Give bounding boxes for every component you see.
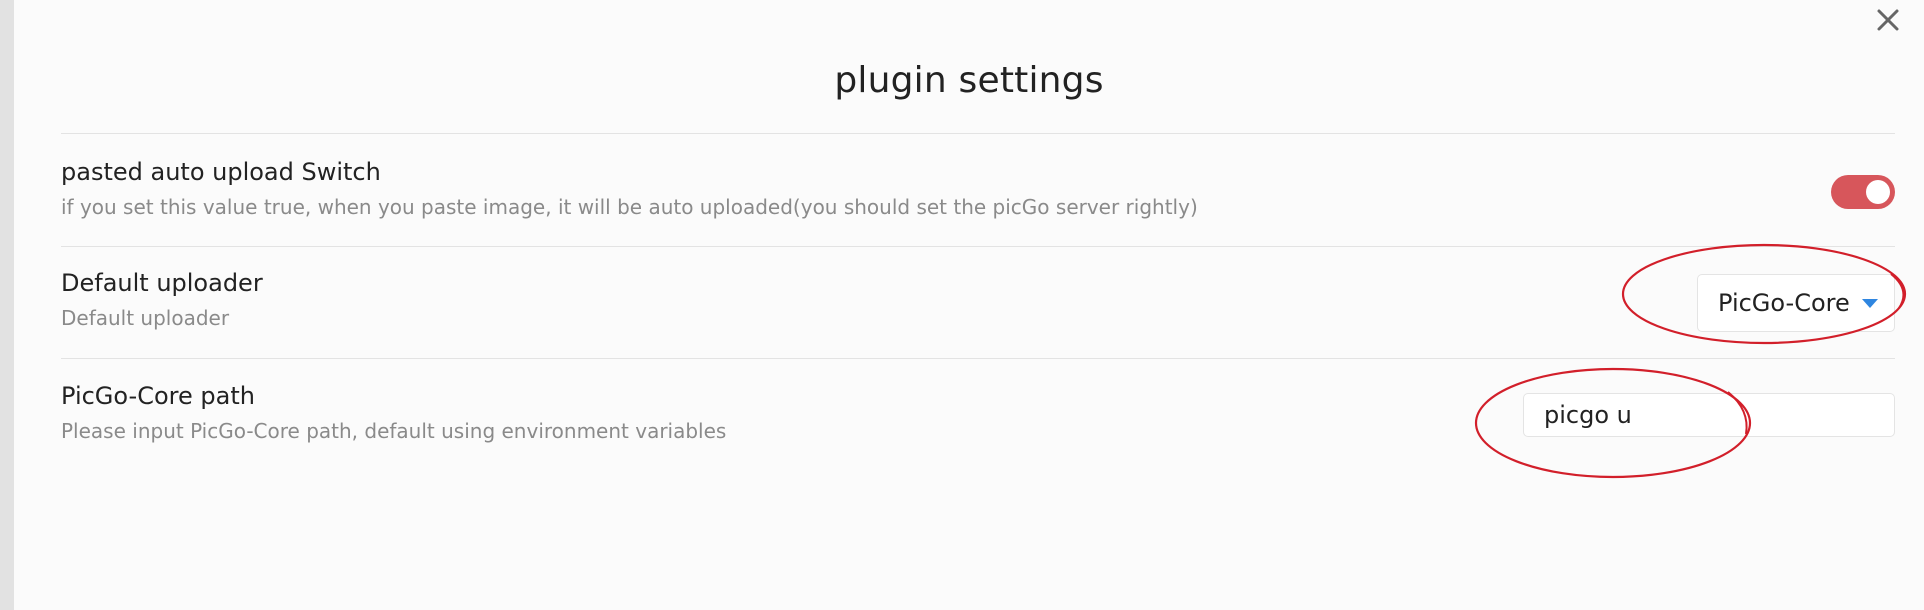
setting-picgo-core-path: PicGo-Core path Please input PicGo-Core … — [61, 381, 1895, 453]
setting-description: if you set this value true, when you pas… — [61, 195, 1198, 219]
close-button[interactable] — [1870, 2, 1906, 38]
picgo-core-path-input[interactable] — [1523, 393, 1895, 437]
left-window-edge — [0, 0, 15, 610]
setting-auto-upload: pasted auto upload Switch if you set thi… — [61, 157, 1895, 227]
toggle-knob — [1866, 180, 1890, 204]
auto-upload-toggle[interactable] — [1831, 175, 1895, 209]
close-icon — [1877, 9, 1899, 31]
setting-default-uploader: Default uploader Default uploader PicGo-… — [61, 268, 1895, 340]
settings-modal: plugin settings pasted auto upload Switc… — [14, 0, 1924, 610]
setting-name: Default uploader — [61, 269, 263, 297]
caret-down-icon — [1862, 299, 1878, 308]
setting-description: Default uploader — [61, 306, 230, 330]
default-uploader-select[interactable]: PicGo-Core — [1697, 274, 1895, 332]
divider — [61, 246, 1895, 247]
setting-name: pasted auto upload Switch — [61, 158, 381, 186]
divider — [61, 133, 1895, 134]
select-value: PicGo-Core — [1718, 289, 1850, 317]
page-title: plugin settings — [834, 60, 1104, 101]
divider — [61, 358, 1895, 359]
